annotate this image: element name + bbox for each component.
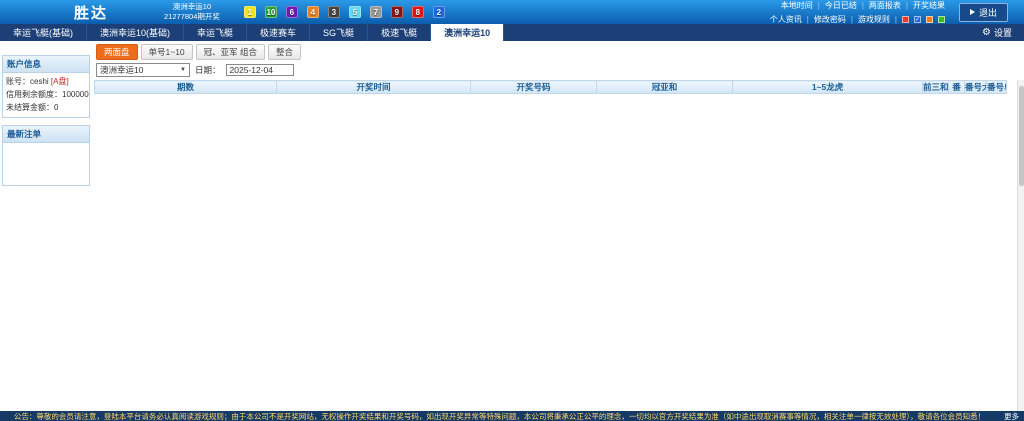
header-link[interactable]: 开奖结果 [913,0,945,11]
account-field-value: ceshi [30,77,49,86]
link-separator: | [818,1,820,10]
nav-bar: 幸运飞艇(基础)澳洲幸运10(基础)幸运飞艇极速赛车SG飞艇极速飞艇澳洲幸运10… [0,24,1024,41]
date-input[interactable]: 2025-12-04 [226,64,294,76]
nav-tab-0[interactable]: 幸运飞艇(基础) [0,24,87,41]
header-ball-2: 2 [433,6,445,18]
gear-icon: ⚙ [982,27,991,38]
account-field: 账号：ceshi [A盘] [6,76,86,89]
orders-panel-title: 最新注单 [3,126,89,143]
header-link[interactable]: 今日已结 [825,0,857,11]
main-panel: 两面盘单号1~10冠、亚军 组合整合 澳洲幸运10 ▼ 日期： 2025-12-… [94,41,1024,421]
nav-tab-6[interactable]: 澳洲幸运10 [431,24,504,41]
header-link[interactable]: 两面报表 [869,0,901,11]
account-field-label: 未结算金额： [6,103,54,112]
account-panel: 账户信息 账号：ceshi [A盘]信用剩余额度：100000未结算金额：0 [2,55,90,118]
link-separator: | [851,15,853,24]
link-separator: | [906,1,908,10]
game-select[interactable]: 澳洲幸运10 ▼ [96,63,190,77]
footer-bar: 公告：尊敬的会员请注意，登陆本平台请务必认真阅读游戏规则；由于本公司不是开奖网站… [0,411,1024,421]
content-area: 账户信息 账号：ceshi [A盘]信用剩余额度：100000未结算金额：0 最… [0,41,1024,421]
nav-tab-4[interactable]: SG飞艇 [310,24,368,41]
nav-tab-3[interactable]: 极速赛车 [247,24,310,41]
subnav-tab-3[interactable]: 整合 [268,44,301,60]
account-fields: 账号：ceshi [A盘]信用剩余额度：100000未结算金额：0 [3,73,89,117]
subnav-tab-2[interactable]: 冠、亚军 组合 [196,44,265,60]
vertical-scrollbar[interactable]: ▼ [1017,80,1024,421]
date-value: 2025-12-04 [230,65,273,75]
header-ball-6: 6 [286,6,298,18]
header-ball-4: 4 [307,6,319,18]
header-ball-10: 10 [265,6,277,18]
sidebar: 账户信息 账号：ceshi [A盘]信用剩余额度：100000未结算金额：0 最… [2,55,90,193]
account-field-tag: [A盘] [49,77,69,86]
settings-button[interactable]: ⚙ 设置 [982,24,1012,41]
header-ball-3: 3 [328,6,340,18]
settings-label: 设置 [994,26,1012,39]
header-links-row2: 个人资讯 | 修改密码 | 游戏规则 | ✓ [770,14,945,25]
nav-tab-2[interactable]: 幸运飞艇 [184,24,247,41]
date-label: 日期： [195,64,221,76]
footer-notice: 公告：尊敬的会员请注意，登陆本平台请务必认真阅读游戏规则；由于本公司不是开奖网站… [0,411,999,421]
account-field-value: 0 [54,103,58,112]
link-separator: | [807,15,809,24]
link-separator: | [895,15,897,24]
col-sum-group: 冠亚和 [597,81,733,94]
logout-label: 退出 [979,6,997,19]
app-logo: 胜达 [74,2,108,23]
header-ball-5: 5 [349,6,361,18]
current-draw-period: 21277804期开奖 [164,12,220,22]
scrollbar-thumb[interactable] [1019,86,1024,186]
nav-tabs: 幸运飞艇(基础)澳洲幸运10(基础)幸运飞艇极速赛车SG飞艇极速飞艇澳洲幸运10 [0,24,504,41]
subnav-tab-0[interactable]: 两面盘 [96,44,138,60]
link-separator: | [862,1,864,10]
theme-swatch[interactable] [926,16,933,23]
col-front3: 前三和值 [923,81,949,94]
header-links: 本地时间 | 今日已结 | 两面报表 | 开奖结果 个人资讯 | 修改密码 | 游戏规则 | ✓ [770,0,945,25]
results-table: 期数 开奖时间 开奖号码 冠亚和 1~5龙虎 前三和值 番 番号大小 番号单双 [94,80,1007,94]
results-table-wrap: 期数 开奖时间 开奖号码 冠亚和 1~5龙虎 前三和值 番 番号大小 番号单双 … [94,80,1024,421]
theme-swatch[interactable]: ✓ [914,16,921,23]
header-ball-9: 9 [391,6,403,18]
filter-row: 澳洲幸运10 ▼ 日期： 2025-12-04 [96,63,1024,77]
header-link[interactable]: 本地时间 [781,0,813,11]
nav-tab-1[interactable]: 澳洲幸运10(基础) [87,24,184,41]
account-field-label: 账号： [6,77,30,86]
orders-panel-body [3,143,89,185]
header-link[interactable]: 个人资讯 [770,14,802,25]
header-links-row1: 本地时间 | 今日已结 | 两面报表 | 开奖结果 [770,0,945,11]
header-balls: 1 10 64357982 [244,6,445,18]
current-game-name: 澳洲幸运10 [164,2,220,12]
logout-button[interactable]: 退出 [959,3,1008,22]
top-bar: 胜达 澳洲幸运10 21277804期开奖 1 10 64357982 本地时间 | 今… [0,0,1024,24]
header-link[interactable]: 修改密码 [814,14,846,25]
header-ball-1: 1 [244,6,256,18]
orders-panel: 最新注单 [2,125,90,186]
current-draw-info: 澳洲幸运10 21277804期开奖 [164,2,220,22]
col-fan-size: 番号大小 [965,81,987,94]
game-select-value: 澳洲幸运10 [100,64,143,76]
subnav-tab-1[interactable]: 单号1~10 [141,44,193,60]
subnav-tabs: 两面盘单号1~10冠、亚军 组合整合 [96,44,1024,60]
theme-swatch[interactable] [902,16,909,23]
header-link[interactable]: 游戏规则 [858,14,890,25]
col-fan: 番 [949,81,965,94]
header-ball-8: 8 [412,6,424,18]
logout-icon [970,9,975,15]
col-time: 开奖时间 [277,81,471,94]
chevron-down-icon: ▼ [180,67,186,73]
header-ball-7: 7 [370,6,382,18]
account-field-value: 100000 [62,90,89,99]
table-header-row: 期数 开奖时间 开奖号码 冠亚和 1~5龙虎 前三和值 番 番号大小 番号单双 [95,81,1007,94]
col-fan-parity: 番号单双 [987,81,1007,94]
theme-swatch[interactable] [938,16,945,23]
col-dragon-tiger-group: 1~5龙虎 [733,81,923,94]
account-field: 未结算金额：0 [6,102,86,115]
col-period: 期数 [95,81,277,94]
account-field: 信用剩余额度：100000 [6,89,86,102]
nav-tab-5[interactable]: 极速飞艇 [368,24,431,41]
account-field-label: 信用剩余额度： [6,90,62,99]
account-panel-title: 账户信息 [3,56,89,73]
footer-more-link[interactable]: 更多 [1004,411,1019,421]
col-numbers: 开奖号码 [471,81,597,94]
